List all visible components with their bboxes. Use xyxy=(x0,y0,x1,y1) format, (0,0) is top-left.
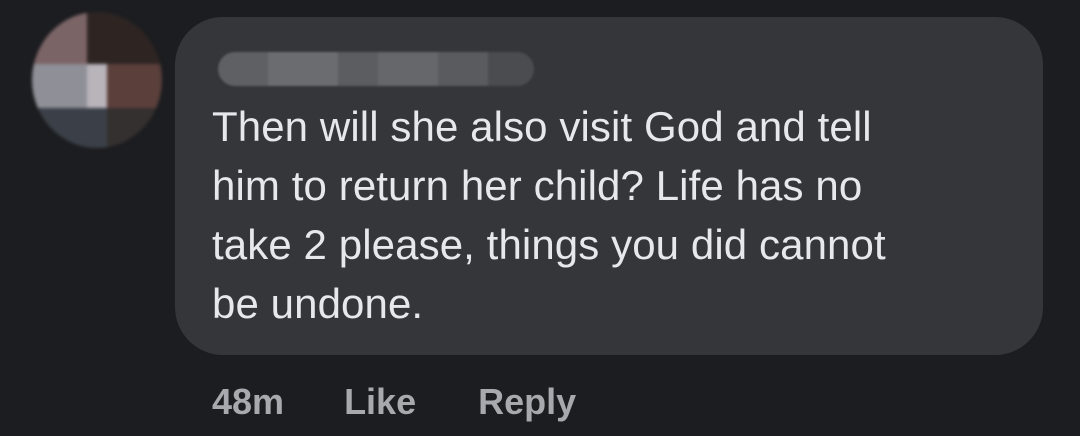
comment-timestamp[interactable]: 48m xyxy=(212,381,284,423)
comment-row: Then will she also visit God and tell hi… xyxy=(0,0,1080,436)
avatar[interactable] xyxy=(32,12,162,148)
reply-button[interactable]: Reply xyxy=(478,381,576,423)
like-button[interactable]: Like xyxy=(344,381,416,423)
author-name-redacted[interactable] xyxy=(218,52,534,86)
comment-actions: 48m Like Reply xyxy=(212,380,638,424)
comment-text: Then will she also visit God and tell hi… xyxy=(212,103,886,327)
